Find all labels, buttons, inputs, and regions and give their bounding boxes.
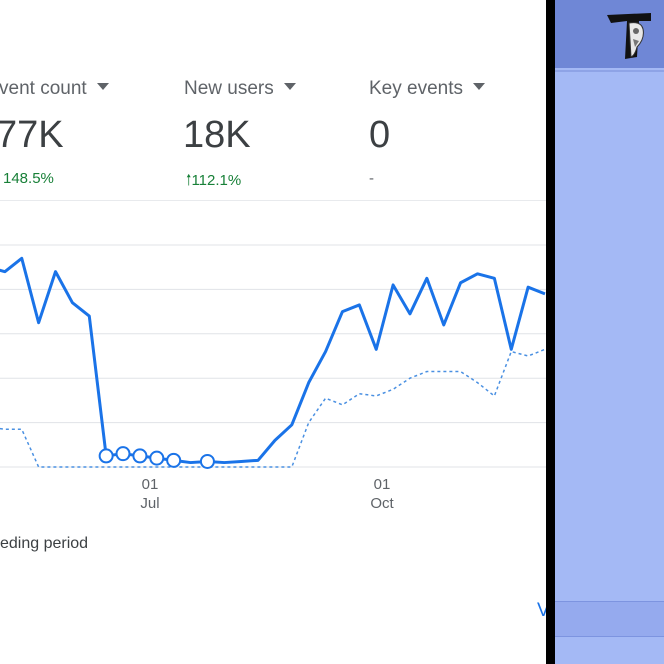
metric-value-new-users: 18K xyxy=(183,114,251,156)
data-point-marker[interactable] xyxy=(115,446,131,462)
line-chart xyxy=(0,244,548,469)
metric-label-new-users[interactable]: New users xyxy=(184,78,296,100)
side-panel-divider xyxy=(555,70,664,72)
window-divider xyxy=(546,0,555,664)
metric-change-text: 112.1% xyxy=(191,172,242,189)
x-tick-day: 01 xyxy=(141,476,159,493)
data-point-marker[interactable] xyxy=(98,448,114,464)
data-point-marker[interactable] xyxy=(149,450,165,466)
metric-label-text: vent count xyxy=(0,78,87,99)
metric-label-text: New users xyxy=(184,78,274,99)
caret-down-icon[interactable] xyxy=(96,83,109,91)
side-panel-footer-bar xyxy=(555,601,664,637)
x-tick-month: Jul xyxy=(140,495,160,512)
side-panel-header xyxy=(555,0,664,68)
data-point-marker[interactable] xyxy=(199,453,215,469)
metric-change-text: 148.5% xyxy=(3,170,54,187)
x-tick-day: 01 xyxy=(373,476,391,493)
data-point-marker[interactable] xyxy=(166,452,182,468)
logo-icon xyxy=(607,13,651,59)
series-line-previous xyxy=(0,348,546,468)
metric-label-key-events[interactable]: Key events xyxy=(369,78,485,100)
metric-label-text: Key events xyxy=(369,78,463,99)
data-point-marker[interactable] xyxy=(132,448,148,464)
metric-change-event-count: 148.5% xyxy=(3,170,54,187)
metric-change-key-events: - xyxy=(369,170,374,187)
caret-down-icon[interactable] xyxy=(473,83,485,91)
side-panel xyxy=(555,0,664,664)
caret-down-icon[interactable] xyxy=(283,83,296,91)
metric-label-event-count[interactable]: vent count xyxy=(0,78,109,100)
x-tick-label-jul: 01 Jul xyxy=(120,475,180,513)
metric-change-new-users: 🠑112.1% xyxy=(186,170,241,195)
x-tick-month: Oct xyxy=(370,495,394,512)
metric-value-key-events: 0 xyxy=(369,114,391,156)
legend-preceding-period: eding period xyxy=(0,535,89,552)
x-tick-label-oct: 01 Oct xyxy=(352,475,412,513)
metric-value-event-count: 77K xyxy=(0,114,64,156)
metrics-divider xyxy=(0,200,548,201)
